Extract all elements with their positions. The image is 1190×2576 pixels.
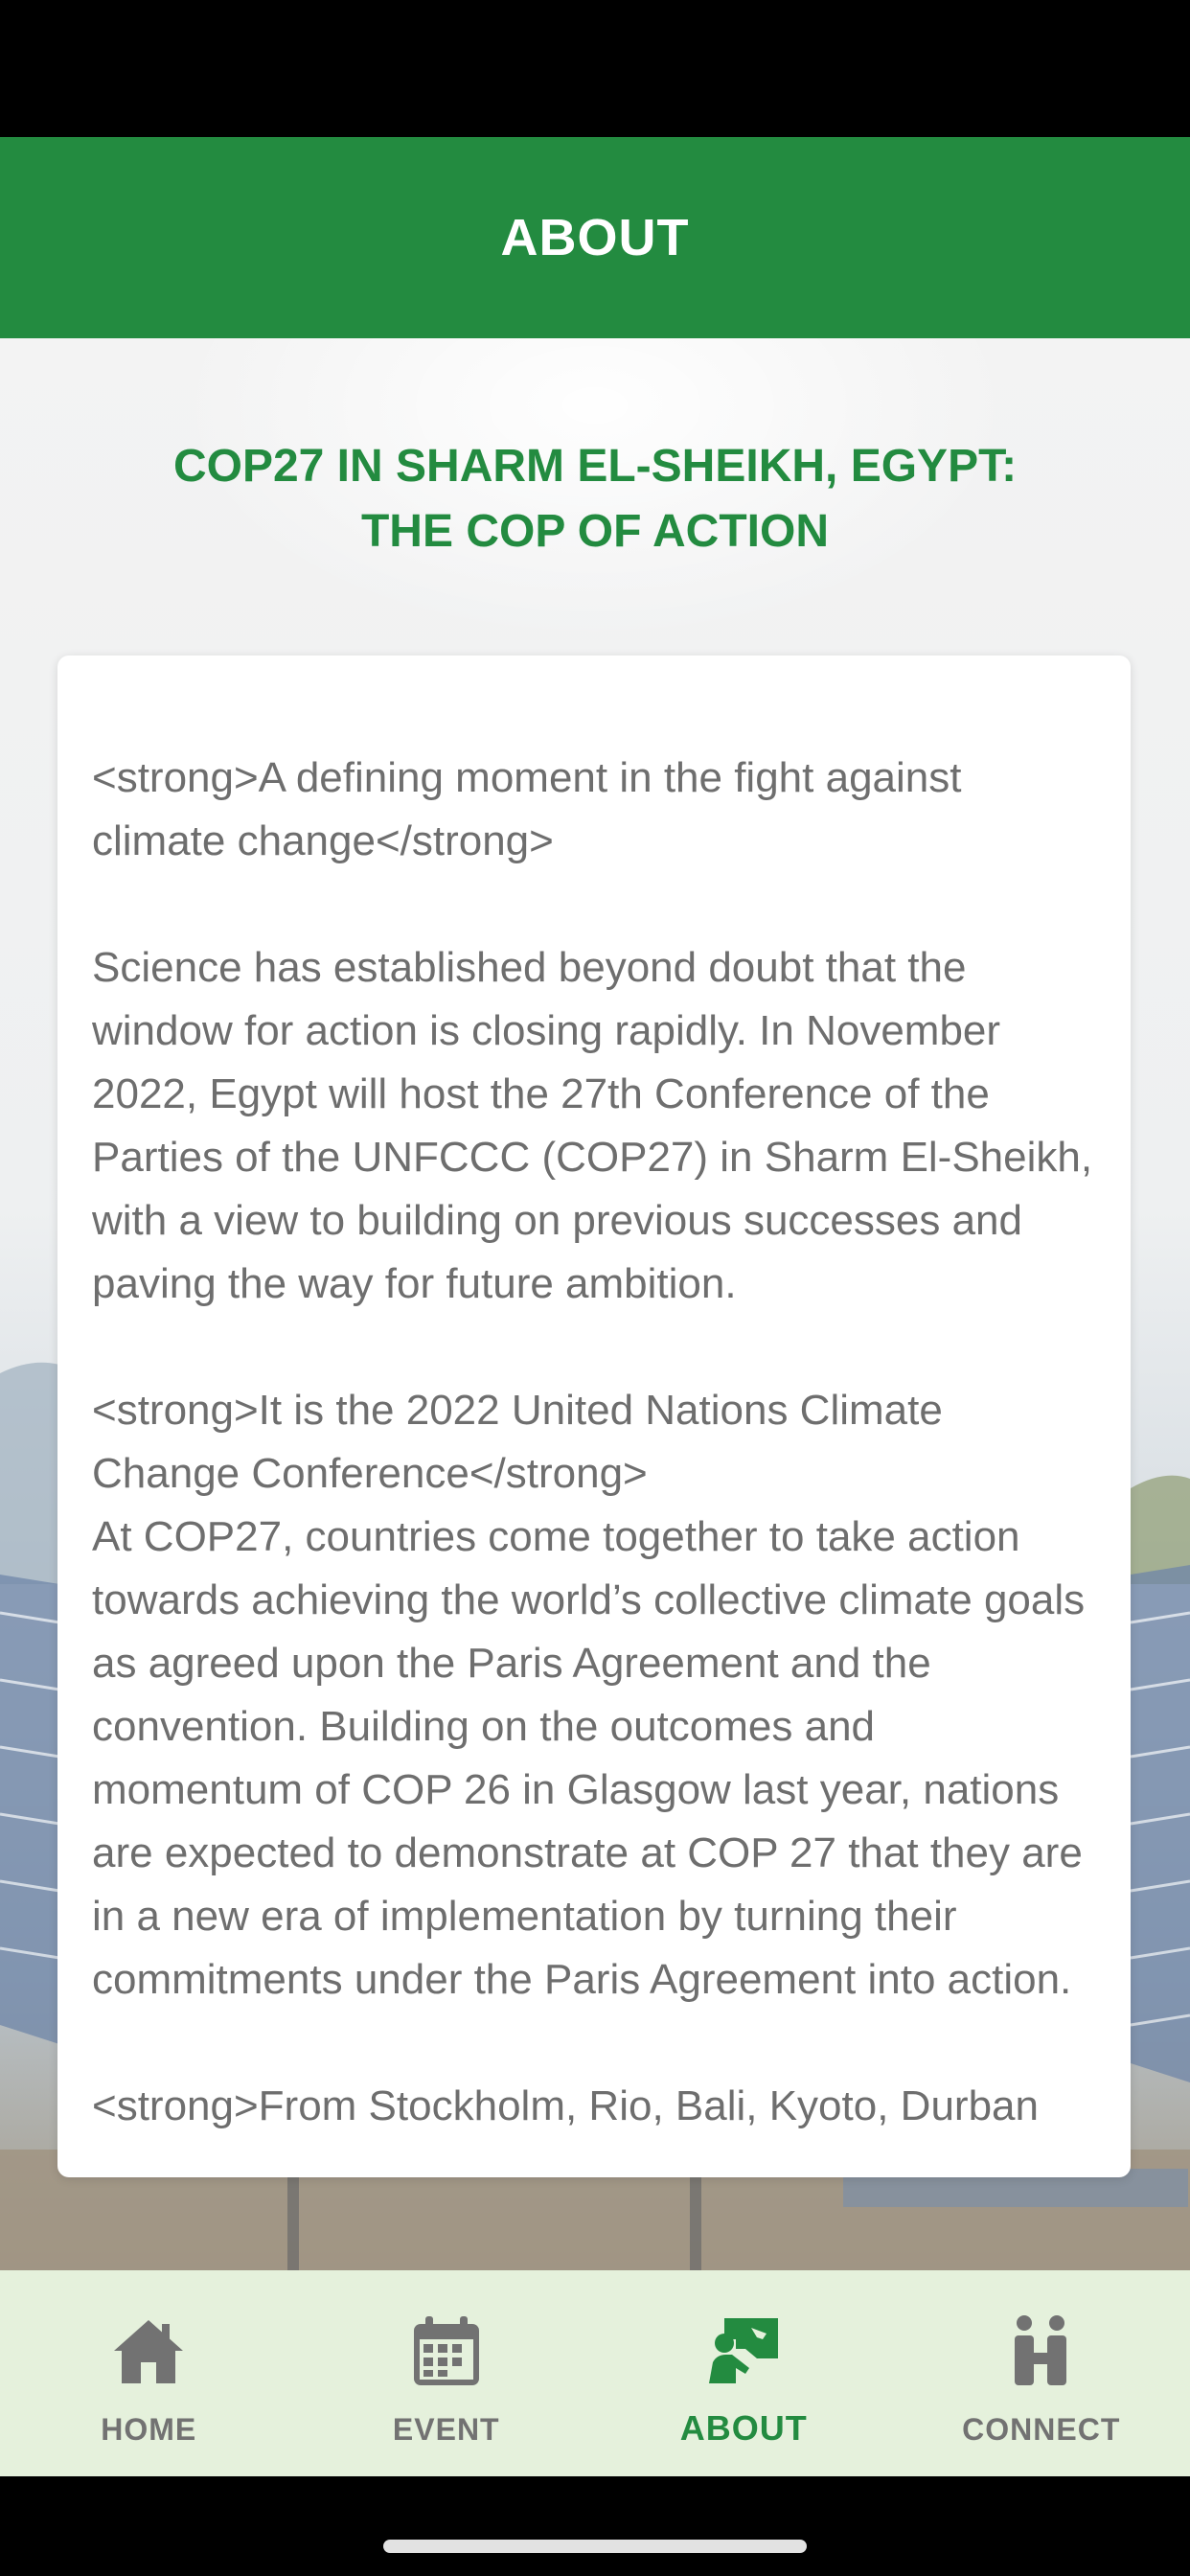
page-title-line1: COP27 IN SHARM EL-SHEIKH, EGYPT: (172, 441, 1018, 492)
bottom-tab-bar: HOME EVENT ABOUT CONNECT (0, 2270, 1190, 2476)
calendar-icon (413, 2316, 479, 2385)
about-icon (709, 2318, 779, 2383)
article-paragraph: Science has established beyond doubt tha… (92, 944, 1105, 1307)
status-bar (0, 0, 1190, 137)
app-header: ABOUT (0, 137, 1190, 338)
system-nav-area (0, 2476, 1190, 2576)
article-paragraph: At COP27, countries come together to tak… (92, 1513, 1097, 2003)
tab-event[interactable]: EVENT (298, 2270, 596, 2476)
tab-about-label: ABOUT (679, 2408, 808, 2448)
page-title: COP27 IN SHARM EL-SHEIKH, EGYPT: THE COP… (0, 434, 1190, 564)
article-body: <strong>A defining moment in the fight a… (57, 656, 1131, 2138)
tab-event-label: EVENT (392, 2412, 500, 2447)
page-title-line2: THE COP OF ACTION (360, 506, 829, 557)
tab-connect[interactable]: CONNECT (893, 2270, 1190, 2476)
home-icon (114, 2320, 184, 2383)
tab-connect-label: CONNECT (962, 2412, 1121, 2447)
article-paragraph: <strong>From Stockholm, Rio, Bali, Kyoto… (92, 2082, 1039, 2129)
app-screen: ABOUT COP27 IN SHARM EL-SHEIKH, EGYPT: T… (0, 0, 1190, 2576)
header-title: ABOUT (500, 209, 690, 266)
tab-home-label: HOME (101, 2412, 197, 2447)
article-card[interactable]: <strong>A defining moment in the fight a… (57, 656, 1131, 2177)
connect-icon (1014, 2315, 1066, 2385)
article-paragraph: <strong>A defining moment in the fight a… (92, 754, 973, 864)
about-content[interactable]: COP27 IN SHARM EL-SHEIKH, EGYPT: THE COP… (0, 338, 1190, 2270)
tab-home[interactable]: HOME (0, 2270, 298, 2476)
home-indicator[interactable] (383, 2540, 807, 2553)
tab-about[interactable]: ABOUT (595, 2270, 893, 2476)
article-paragraph-heading: <strong>It is the 2022 United Nations Cl… (92, 1387, 955, 1497)
